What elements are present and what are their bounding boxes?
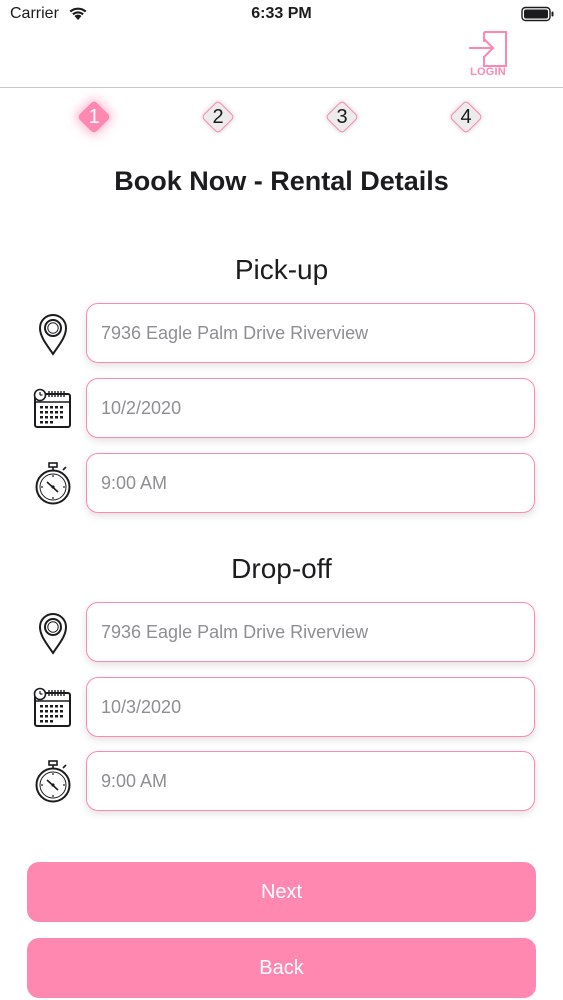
dropoff-location-input[interactable] bbox=[86, 602, 535, 662]
location-pin-icon bbox=[30, 311, 76, 357]
location-pin-icon bbox=[30, 610, 76, 656]
calendar-icon bbox=[30, 386, 76, 432]
step-4-label: 4 bbox=[460, 106, 472, 128]
pickup-date-row bbox=[30, 378, 537, 440]
dropoff-time-row bbox=[30, 751, 537, 813]
step-2[interactable]: 2 bbox=[201, 100, 235, 134]
step-3-label: 3 bbox=[336, 106, 348, 128]
login-icon bbox=[469, 31, 507, 67]
pickup-date-input[interactable] bbox=[86, 378, 535, 438]
stopwatch-icon bbox=[30, 759, 76, 805]
login-label: LOGIN bbox=[470, 66, 506, 78]
pickup-time-input[interactable] bbox=[86, 453, 535, 513]
login-button[interactable]: LOGIN bbox=[462, 26, 514, 84]
pickup-time-row bbox=[30, 453, 537, 515]
calendar-icon bbox=[30, 685, 76, 731]
dropoff-date-row bbox=[30, 677, 537, 739]
pickup-location-row bbox=[30, 303, 537, 365]
step-3[interactable]: 3 bbox=[325, 100, 359, 134]
step-1-label: 1 bbox=[88, 106, 100, 128]
dropoff-location-row bbox=[30, 602, 537, 664]
step-indicator: 1 2 3 4 bbox=[0, 90, 563, 142]
dropoff-date-input[interactable] bbox=[86, 677, 535, 737]
status-time: 6:33 PM bbox=[251, 5, 312, 22]
stopwatch-icon bbox=[30, 461, 76, 507]
dropoff-title: Drop-off bbox=[231, 553, 332, 584]
nav-bar: LOGIN bbox=[0, 30, 563, 88]
step-2-label: 2 bbox=[212, 106, 224, 128]
battery-icon bbox=[521, 6, 554, 22]
next-button[interactable]: Next bbox=[27, 862, 536, 922]
page-title: Book Now - Rental Details bbox=[114, 166, 449, 196]
pickup-location-input[interactable] bbox=[86, 303, 535, 363]
dropoff-time-input[interactable] bbox=[86, 751, 535, 811]
step-1[interactable]: 1 bbox=[77, 100, 111, 134]
pickup-title: Pick-up bbox=[234, 254, 329, 285]
step-4[interactable]: 4 bbox=[449, 100, 483, 134]
back-button[interactable]: Back bbox=[27, 938, 536, 998]
